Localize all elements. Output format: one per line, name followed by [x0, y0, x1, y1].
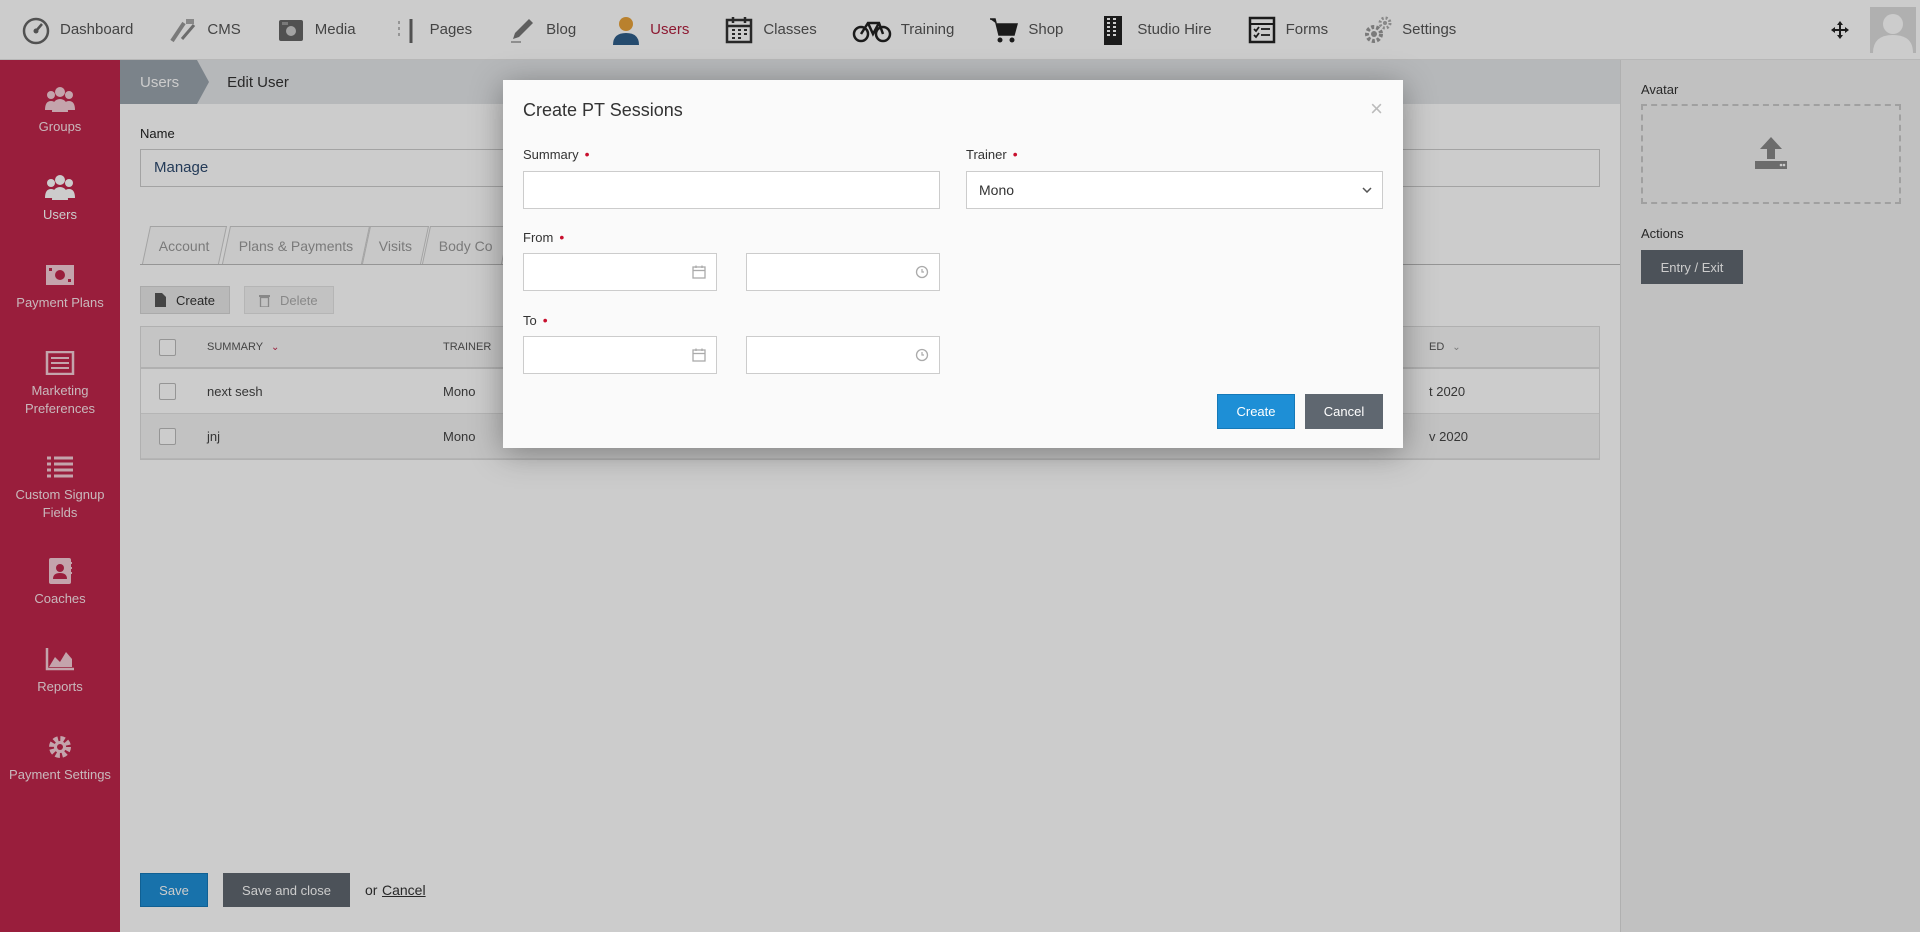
create-button[interactable]: Create — [1217, 394, 1295, 429]
cancel-button[interactable]: Cancel — [1305, 394, 1383, 429]
summary-label: Summary • — [523, 146, 590, 162]
to-date-input[interactable] — [523, 336, 717, 374]
required-mark: • — [1012, 146, 1018, 162]
trainer-selected-value: Mono — [979, 182, 1015, 198]
calendar-icon — [692, 254, 706, 290]
trainer-select[interactable]: Mono — [966, 171, 1383, 209]
trainer-label: Trainer • — [966, 146, 1018, 162]
to-label: To • — [523, 312, 548, 328]
close-icon[interactable]: × — [1370, 98, 1383, 120]
required-mark: • — [542, 312, 548, 328]
summary-input[interactable] — [523, 171, 940, 209]
required-mark: • — [584, 146, 590, 162]
required-mark: • — [559, 229, 565, 245]
calendar-icon — [692, 337, 706, 373]
modal-title: Create PT Sessions — [523, 100, 683, 120]
chevron-down-icon — [1362, 172, 1372, 208]
from-label: From • — [523, 229, 565, 245]
from-date-input[interactable] — [523, 253, 717, 291]
clock-icon — [915, 337, 929, 373]
clock-icon — [915, 254, 929, 290]
create-pt-sessions-modal: Create PT Sessions × Summary • Trainer • M… — [503, 80, 1403, 448]
from-time-input[interactable] — [746, 253, 940, 291]
to-time-input[interactable] — [746, 336, 940, 374]
